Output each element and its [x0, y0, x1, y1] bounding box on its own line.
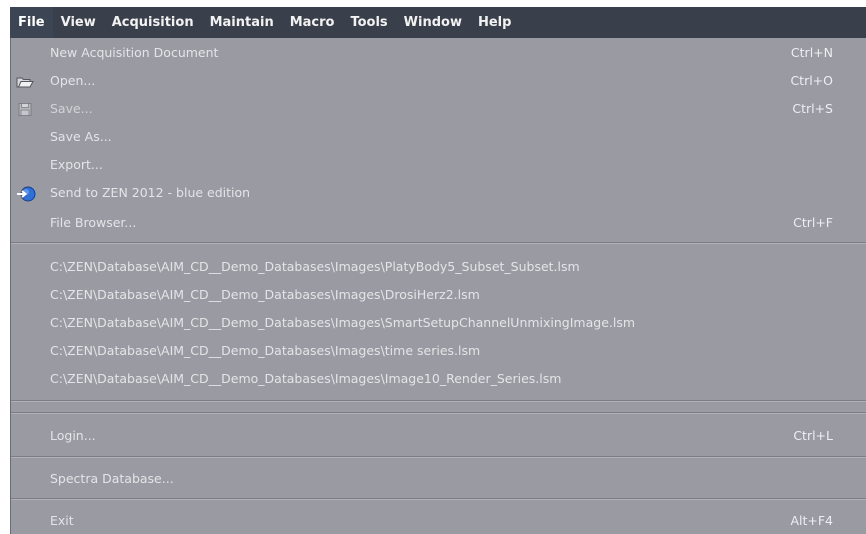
folder-icon — [16, 73, 34, 89]
recent-file-item[interactable]: C:\ZEN\Database\AIM_CD__Demo_Databases\I… — [11, 254, 866, 280]
recent-file-item[interactable]: C:\ZEN\Database\AIM_CD__Demo_Databases\I… — [11, 282, 866, 308]
menu-window[interactable]: Window — [396, 7, 470, 38]
menu-item-spectra-database[interactable]: Spectra Database... — [11, 466, 866, 492]
recent-file-item[interactable]: C:\ZEN\Database\AIM_CD__Demo_Databases\I… — [11, 366, 866, 392]
menu-help[interactable]: Help — [470, 7, 519, 38]
menu-macro[interactable]: Macro — [282, 7, 343, 38]
menu-item-shortcut: Ctrl+O — [790, 73, 833, 88]
menu-bar: File View Acquisition Maintain Macro Too… — [10, 7, 866, 38]
menu-item-label: Export... — [50, 157, 103, 172]
menu-item-save[interactable]: Save... Ctrl+S — [11, 96, 866, 122]
recent-file-item[interactable]: C:\ZEN\Database\AIM_CD__Demo_Databases\I… — [11, 338, 866, 364]
recent-file-path: C:\ZEN\Database\AIM_CD__Demo_Databases\I… — [50, 315, 636, 330]
menu-maintain[interactable]: Maintain — [202, 7, 282, 38]
menu-item-label: Login... — [50, 428, 96, 443]
send-icon — [16, 185, 36, 202]
menu-item-label: Save As... — [50, 129, 112, 144]
menu-item-label: Open... — [50, 73, 96, 88]
menu-item-save-as[interactable]: Save As... — [11, 124, 866, 150]
menu-item-login[interactable]: Login... Ctrl+L — [11, 423, 866, 449]
recent-file-path: C:\ZEN\Database\AIM_CD__Demo_Databases\I… — [50, 343, 481, 358]
menu-item-shortcut: Ctrl+S — [792, 101, 833, 116]
menu-tools[interactable]: Tools — [342, 7, 395, 38]
menu-item-exit[interactable]: Exit Alt+F4 — [11, 508, 866, 534]
menu-separator — [11, 242, 866, 244]
menu-item-export[interactable]: Export... — [11, 152, 866, 178]
menu-file[interactable]: File — [10, 7, 53, 38]
menu-separator — [11, 498, 866, 500]
menu-item-send-to-zen[interactable]: Send to ZEN 2012 - blue edition — [11, 180, 866, 206]
menu-item-shortcut: Ctrl+F — [793, 215, 833, 230]
menu-item-label: Save... — [50, 101, 93, 116]
menu-separator — [11, 400, 866, 402]
menu-item-label: Exit — [50, 513, 74, 528]
menu-view[interactable]: View — [53, 7, 104, 38]
recent-file-item[interactable]: C:\ZEN\Database\AIM_CD__Demo_Databases\I… — [11, 310, 866, 336]
menu-item-label: Spectra Database... — [50, 471, 174, 486]
menu-separator — [11, 456, 866, 458]
menu-item-label: New Acquisition Document — [50, 45, 219, 60]
recent-file-path: C:\ZEN\Database\AIM_CD__Demo_Databases\I… — [50, 287, 480, 302]
menu-item-new-acquisition-document[interactable]: New Acquisition Document Ctrl+N — [11, 40, 866, 66]
menu-item-label: Send to ZEN 2012 - blue edition — [50, 185, 251, 200]
menu-separator — [11, 412, 866, 414]
menu-item-shortcut: Alt+F4 — [790, 513, 833, 528]
menu-item-open[interactable]: Open... Ctrl+O — [11, 68, 866, 94]
menu-item-file-browser[interactable]: File Browser... Ctrl+F — [11, 210, 866, 236]
menu-item-shortcut: Ctrl+L — [793, 428, 833, 443]
save-icon — [16, 101, 34, 117]
recent-file-path: C:\ZEN\Database\AIM_CD__Demo_Databases\I… — [50, 259, 580, 274]
menu-item-shortcut: Ctrl+N — [790, 45, 833, 60]
menu-item-label: File Browser... — [50, 215, 137, 230]
file-menu-dropdown: New Acquisition Document Ctrl+N Open... … — [10, 38, 866, 534]
recent-file-path: C:\ZEN\Database\AIM_CD__Demo_Databases\I… — [50, 371, 562, 386]
menu-acquisition[interactable]: Acquisition — [104, 7, 202, 38]
